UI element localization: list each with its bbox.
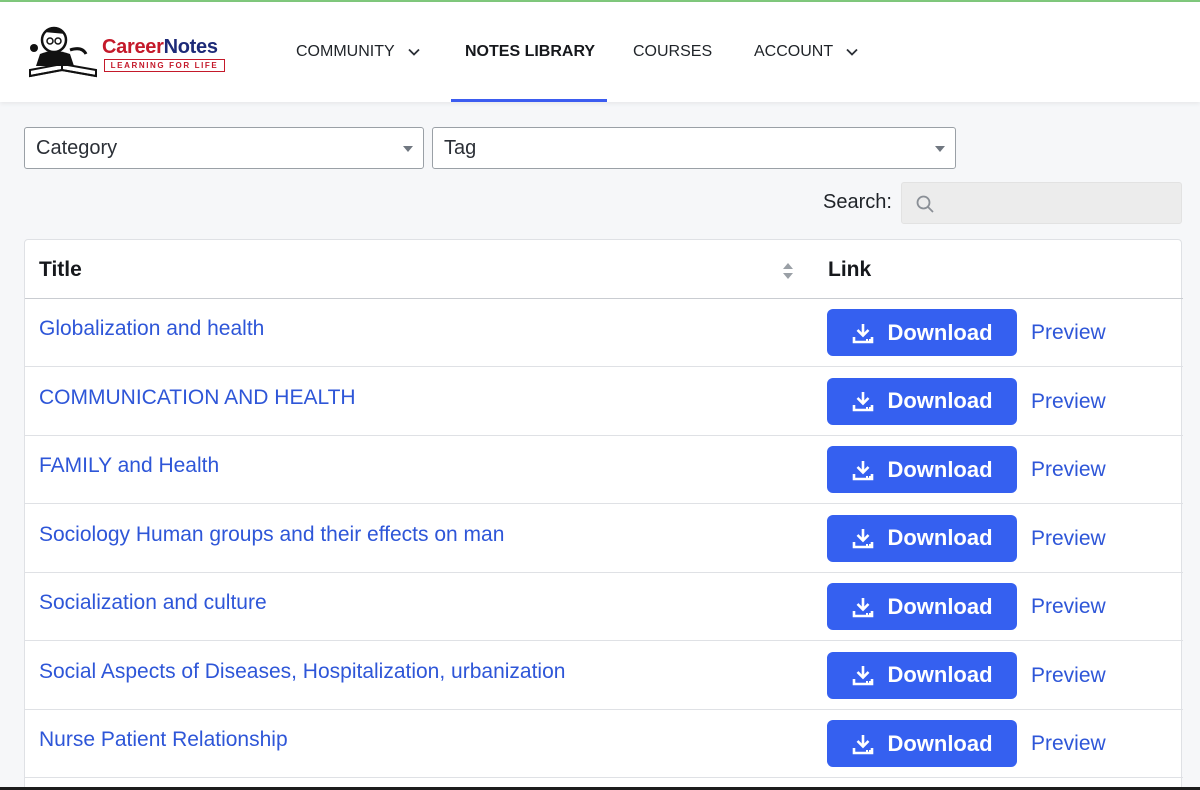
preview-link[interactable]: Preview	[1031, 321, 1106, 345]
search-label: Search:	[823, 191, 892, 213]
nav-community-label: COMMUNITY	[296, 43, 395, 60]
note-title-link[interactable]: COMMUNICATION AND HEALTH	[39, 386, 356, 410]
download-button[interactable]: Download	[827, 583, 1017, 630]
nav-courses[interactable]: COURSES	[633, 2, 712, 102]
download-button[interactable]: Download	[827, 651, 1017, 699]
note-title-link[interactable]: Sociology Human groups and their effects…	[39, 523, 504, 547]
sort-icon[interactable]	[782, 262, 794, 280]
note-title-link[interactable]: FAMILY and Health	[39, 454, 219, 478]
download-icon	[853, 666, 874, 686]
chevron-down-icon	[846, 48, 858, 56]
download-button[interactable]: Download	[827, 720, 1017, 767]
nav-notes-library-label: NOTES LIBRARY	[465, 43, 596, 60]
download-button[interactable]: Download	[827, 309, 1017, 356]
download-icon	[853, 460, 874, 480]
preview-link[interactable]: Preview	[1031, 595, 1106, 619]
notes-table: Title Link Globalization and health Downl…	[24, 239, 1183, 790]
preview-link[interactable]: Preview	[1031, 527, 1106, 551]
table-row: Social Aspects of Diseases, Hospitalizat…	[25, 642, 1183, 710]
preview-link[interactable]: Preview	[1031, 390, 1106, 414]
tag-select-value: Tag	[444, 137, 477, 159]
category-select[interactable]: Category	[24, 127, 424, 169]
download-button-label: Download	[887, 319, 993, 345]
nav-notes-library[interactable]: NOTES LIBRARY	[465, 2, 595, 102]
nav-community[interactable]: COMMUNITY	[296, 2, 421, 102]
category-select-value: Category	[36, 137, 118, 159]
table-row: Sociology Human groups and their effects…	[25, 505, 1183, 573]
note-title-link[interactable]: Socialization and culture	[39, 591, 267, 615]
preview-link[interactable]: Preview	[1031, 458, 1106, 482]
column-header-title[interactable]: Title	[39, 258, 82, 282]
note-title-link[interactable]: Nurse Patient Relationship	[39, 728, 288, 752]
caret-down-icon	[403, 146, 413, 152]
download-button-label: Download	[887, 730, 993, 756]
preview-link[interactable]: Preview	[1031, 732, 1106, 756]
table-row: Globalization and health Download Preview	[25, 299, 1183, 367]
nav-account[interactable]: ACCOUNT	[754, 2, 859, 102]
chevron-down-icon	[408, 48, 420, 56]
download-button[interactable]: Download	[827, 446, 1017, 493]
download-button-label: Download	[887, 525, 993, 550]
download-button[interactable]: Download	[827, 514, 1017, 562]
preview-link[interactable]: Preview	[1031, 664, 1106, 688]
download-button-label: Download	[887, 456, 993, 482]
download-icon	[853, 734, 874, 754]
table-row: Socialization and culture Download Preview	[25, 573, 1183, 641]
table-row: Nurse Patient Relationship Download Previe…	[25, 710, 1183, 778]
search-input[interactable]	[942, 183, 1177, 223]
download-button[interactable]: Download	[827, 377, 1017, 425]
search-icon	[916, 195, 934, 213]
reading-man-logo-icon	[29, 26, 97, 78]
brand-logo[interactable]: CareerNotes LEARNING FOR LIFE	[26, 20, 231, 84]
table-row: FAMILY and Health Download Preview	[25, 436, 1183, 504]
download-button-label: Download	[887, 662, 993, 687]
table-row: COMMUNICATION AND HEALTH Download Preview	[25, 368, 1183, 436]
note-title-link[interactable]: Social Aspects of Diseases, Hospitalizat…	[39, 660, 565, 684]
brand-name: CareerNotes	[102, 36, 218, 58]
tag-select[interactable]: Tag	[432, 127, 956, 169]
nav-courses-label: COURSES	[633, 43, 713, 60]
download-icon	[853, 597, 874, 617]
download-button-label: Download	[887, 388, 993, 413]
table-header: Title Link	[25, 240, 1183, 299]
download-icon	[853, 392, 874, 412]
download-button-label: Download	[887, 593, 993, 619]
active-nav-indicator	[451, 99, 607, 102]
brand-tagline: LEARNING FOR LIFE	[104, 59, 225, 72]
download-icon	[853, 529, 874, 549]
nav-account-label: ACCOUNT	[754, 43, 834, 60]
column-header-link: Link	[828, 258, 872, 281]
search-box[interactable]	[901, 182, 1182, 224]
download-icon	[853, 323, 874, 343]
navbar: CareerNotes LEARNING FOR LIFE COMMUNITY …	[0, 2, 1200, 102]
note-title-link[interactable]: Globalization and health	[39, 317, 264, 341]
caret-down-icon	[935, 146, 945, 152]
